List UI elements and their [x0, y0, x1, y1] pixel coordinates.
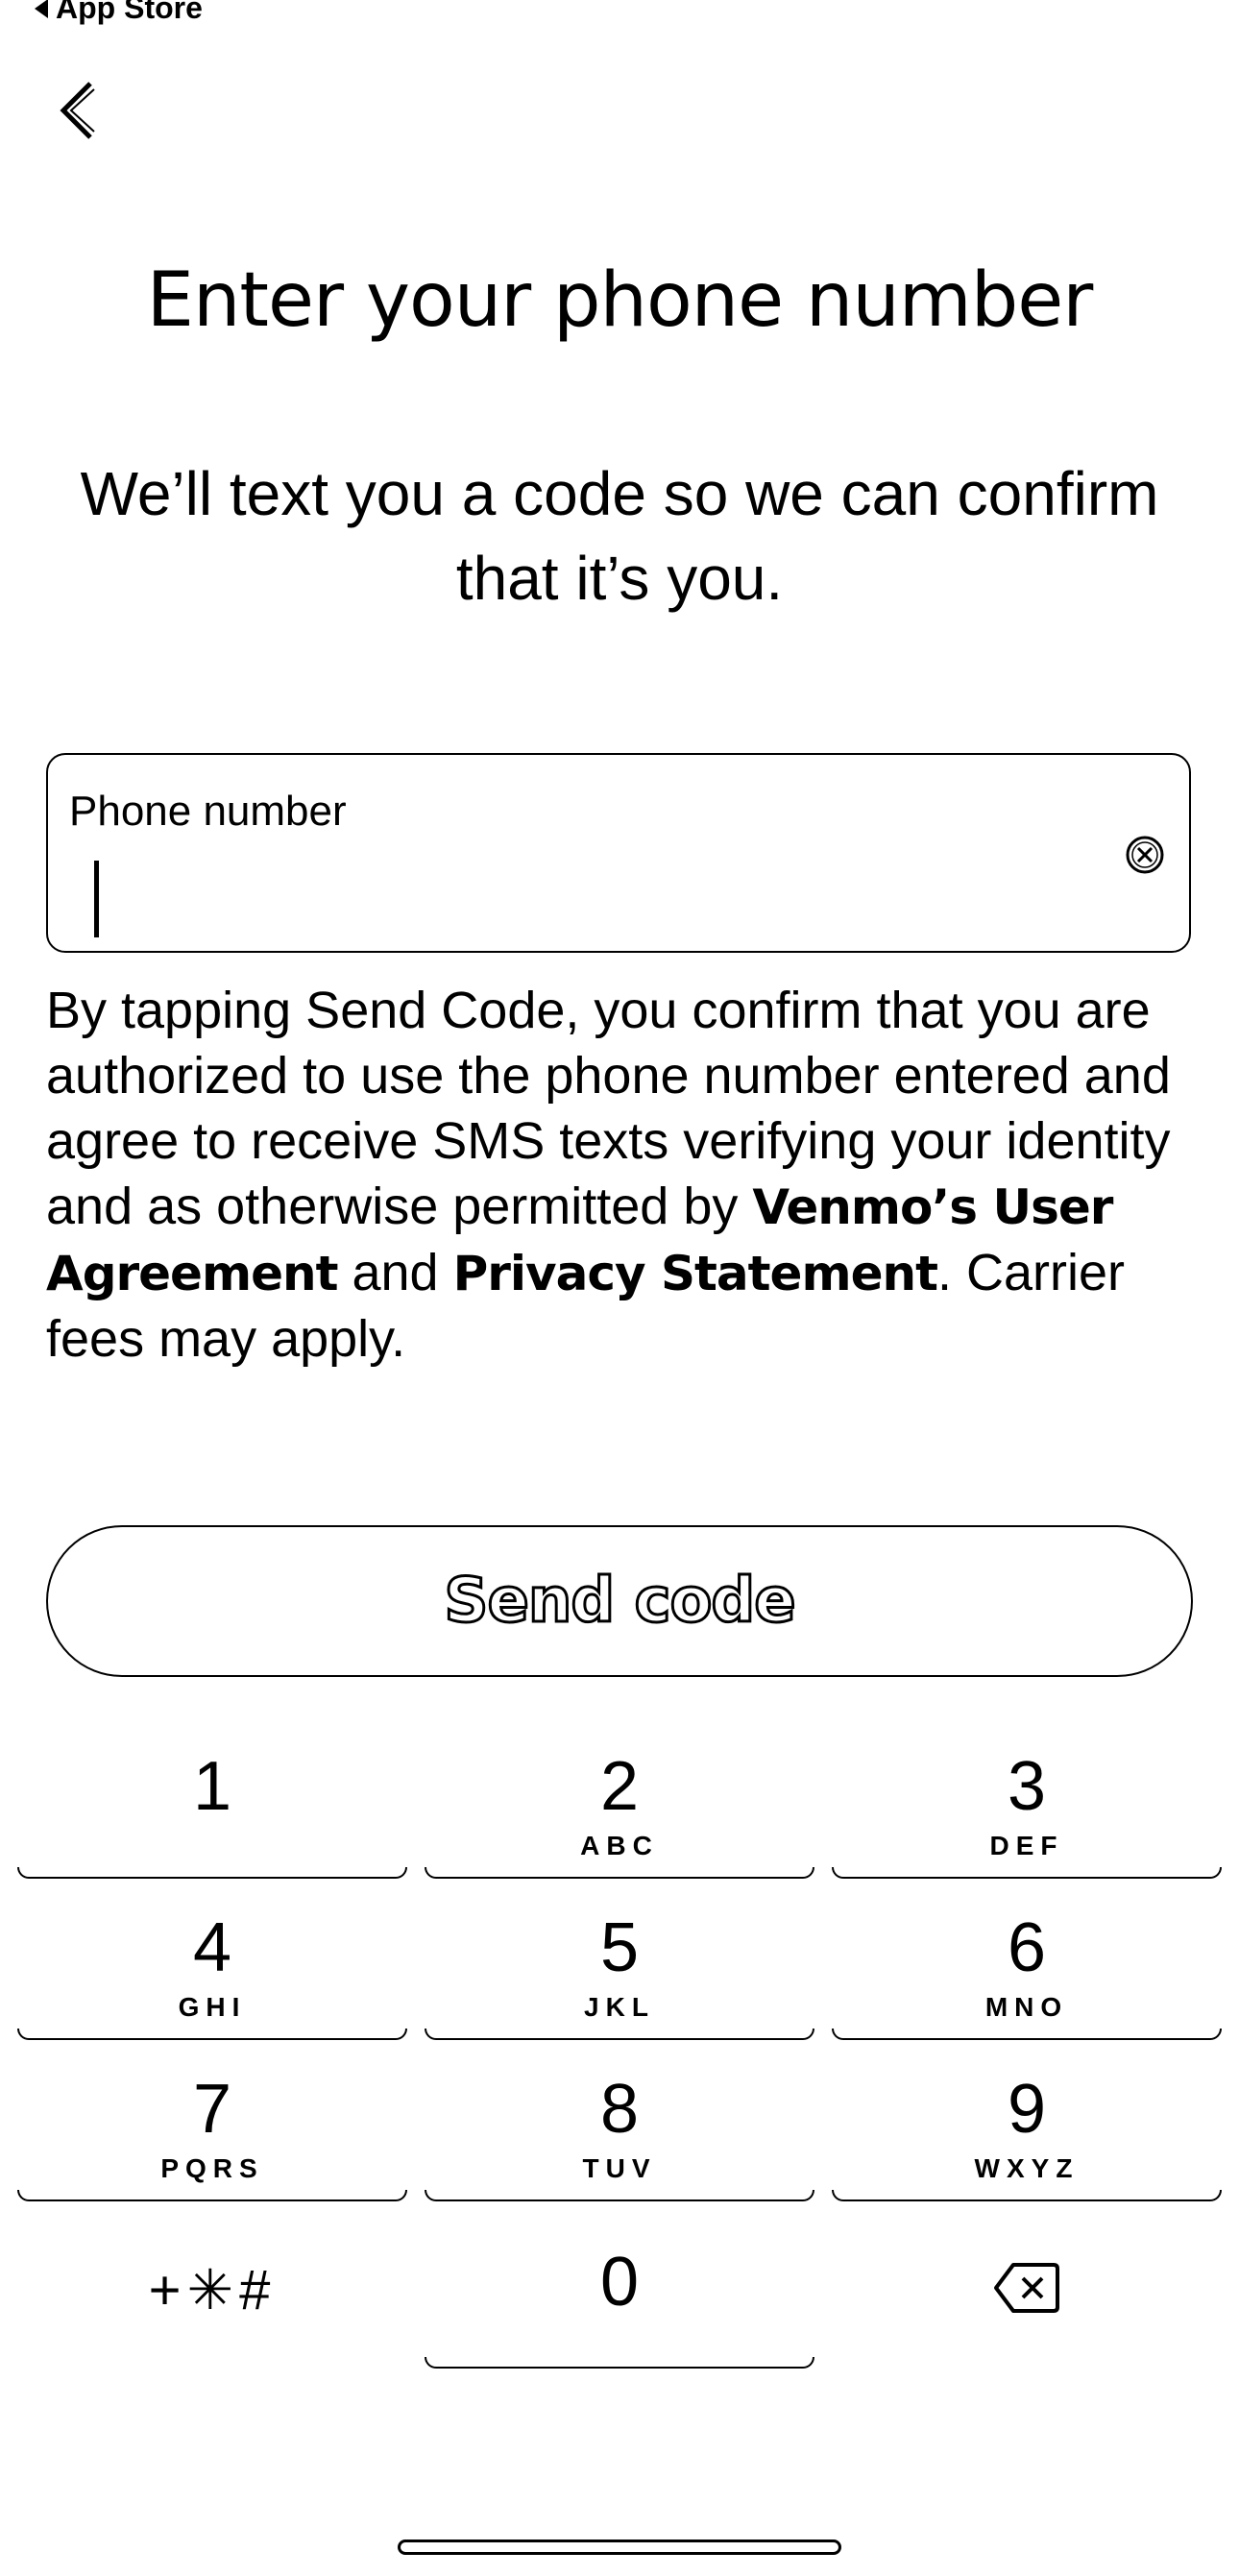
back-button[interactable] [38, 67, 115, 154]
key-digit: 3 [1007, 1748, 1047, 1825]
key-symbols-label: +✳# [148, 2259, 277, 2321]
keypad-key-0[interactable]: 0 [425, 2219, 814, 2369]
chevron-left-icon [60, 82, 95, 139]
keypad-key-symbols[interactable]: +✳# [17, 2219, 407, 2363]
keypad-key-6[interactable]: 6 MNO [832, 1896, 1222, 2040]
key-digit: 6 [1007, 1909, 1047, 1986]
phone-number-field[interactable]: Phone number [46, 753, 1191, 953]
keypad-key-8[interactable]: 8 TUV [425, 2057, 814, 2201]
keypad-key-1[interactable]: 1 [17, 1735, 407, 1879]
phone-number-label: Phone number [69, 788, 347, 835]
keypad-key-4[interactable]: 4 GHI [17, 1896, 407, 2040]
keypad-key-5[interactable]: 5 JKL [425, 1896, 814, 2040]
keypad-key-3[interactable]: 3 DEF [832, 1735, 1222, 1879]
page-subtitle: We’ll text you a code so we can confirm … [80, 459, 1159, 613]
page-title: Enter your phone number [146, 257, 1094, 344]
key-letters: DEF [989, 1831, 1064, 1860]
status-bar-back-to-app-store[interactable]: App Store [35, 0, 203, 26]
key-letters: GHI [178, 1992, 247, 2022]
clear-button[interactable] [1124, 834, 1166, 876]
key-digit: 1 [192, 1748, 232, 1825]
key-letters: MNO [984, 1992, 1069, 2022]
key-digit: 0 [599, 2244, 640, 2321]
sms-disclaimer: By tapping Send Code, you confirm that y… [46, 978, 1199, 1372]
key-letters: JKL [584, 1992, 655, 2022]
home-indicator[interactable] [398, 2540, 841, 2555]
back-triangle-icon [35, 0, 48, 18]
key-letters: ABC [580, 1831, 659, 1860]
key-digit: 8 [599, 2071, 640, 2148]
keypad-key-9[interactable]: 9 WXYZ [832, 2057, 1222, 2201]
key-digit: 9 [1007, 2071, 1047, 2148]
key-digit: 7 [192, 2071, 232, 2148]
keypad-key-7[interactable]: 7 PQRS [17, 2057, 407, 2201]
privacy-statement-link[interactable]: Privacy Statement [453, 1246, 938, 1301]
key-digit: 2 [599, 1748, 640, 1825]
key-digit: 5 [599, 1909, 640, 1986]
text-cursor [94, 861, 99, 937]
clear-circle-x-icon [1126, 836, 1164, 874]
send-code-button[interactable]: Send code [46, 1525, 1193, 1677]
status-back-label: App Store [56, 0, 203, 25]
key-letters: PQRS [160, 2153, 264, 2183]
disclaimer-text-and: and [337, 1244, 453, 1301]
key-letters: WXYZ [974, 2153, 1080, 2183]
key-letters: TUV [582, 2153, 657, 2183]
key-digit: 4 [192, 1909, 232, 1986]
send-code-label: Send code [443, 1565, 797, 1639]
keypad-key-2[interactable]: 2 ABC [425, 1735, 814, 1879]
backspace-icon [994, 2263, 1059, 2313]
keypad-delete-key[interactable] [832, 2219, 1222, 2363]
